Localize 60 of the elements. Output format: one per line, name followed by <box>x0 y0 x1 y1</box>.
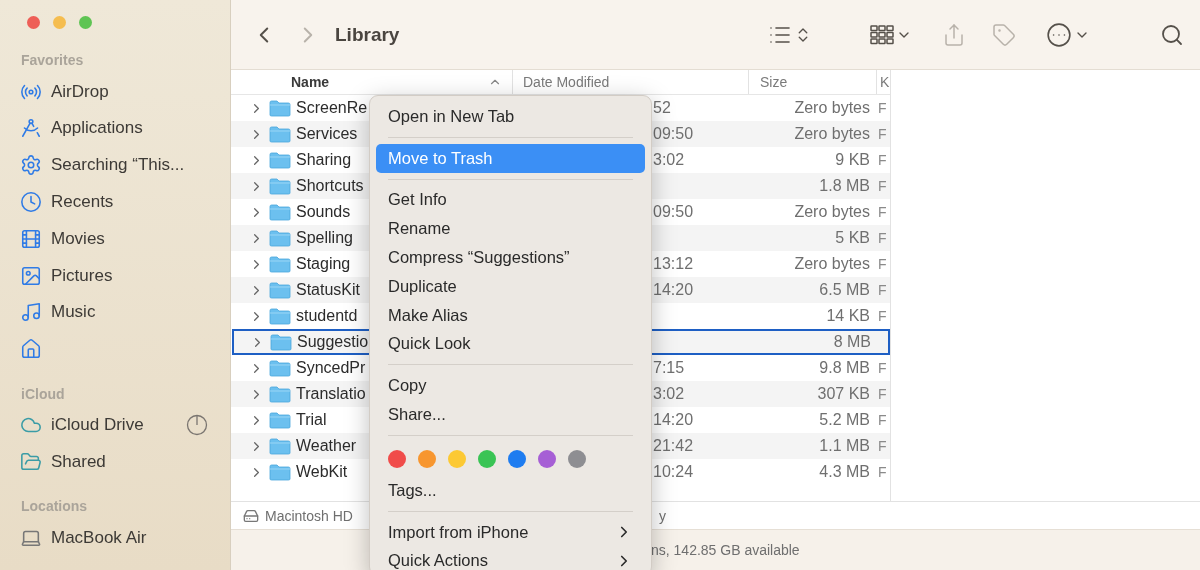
section-heading: Locations <box>21 498 89 517</box>
kind-cell: F <box>878 412 887 428</box>
kind-cell: F <box>878 126 887 142</box>
file-name: SyncedPr <box>296 359 366 377</box>
file-name: StatusKit <box>296 281 361 299</box>
size-cell: 5.2 MB <box>819 411 870 428</box>
date-cell: 13:12 <box>653 255 694 272</box>
kind-cell: F <box>878 178 887 194</box>
file-name: ScreenRe <box>296 99 368 117</box>
file-name: Sharing <box>296 151 352 169</box>
size-cell: 9.8 MB <box>819 359 870 376</box>
file-name: Trial <box>296 411 327 429</box>
kind-cell: F <box>878 282 887 298</box>
size-cell: Zero bytes <box>794 125 870 142</box>
size-cell: Zero bytes <box>794 203 870 220</box>
date-cell: 09:50 <box>653 203 694 220</box>
file-name: WebKit <box>296 463 348 481</box>
kind-cell: F <box>878 256 887 272</box>
size-cell: 1.1 MB <box>819 437 870 454</box>
kind-cell: F <box>878 204 887 220</box>
size-cell: 4.3 MB <box>819 463 870 480</box>
date-cell: 09:50 <box>653 125 694 142</box>
window-title: Library <box>335 23 400 46</box>
file-name: Suggestio <box>297 333 369 351</box>
date-cell: 21:42 <box>653 437 694 454</box>
date-cell: 14:20 <box>653 411 694 428</box>
kind-cell: F <box>878 438 887 454</box>
file-name: Shortcuts <box>296 177 364 195</box>
size-cell: 9 KB <box>835 151 870 168</box>
file-name: Spelling <box>296 229 353 247</box>
size-cell: Zero bytes <box>794 99 870 116</box>
size-cell: 5 KB <box>835 229 870 246</box>
size-cell: 14 KB <box>826 307 870 324</box>
date-cell: 14:20 <box>653 281 694 298</box>
file-name: Weather <box>296 437 357 455</box>
section-heading: Favorites <box>21 52 85 71</box>
kind-cell: F <box>878 230 887 246</box>
file-name: Services <box>296 125 358 143</box>
date-cell: 3:02 <box>653 151 685 168</box>
size-cell: 307 KB <box>817 385 870 402</box>
kind-cell: F <box>878 100 887 116</box>
date-cell: 10:24 <box>653 463 694 480</box>
file-name: Sounds <box>296 203 351 221</box>
file-name: Staging <box>296 255 351 273</box>
date-cell: 52 <box>653 99 671 116</box>
size-cell: 6.5 MB <box>819 281 870 298</box>
status-text: ns, 142.85 GB available <box>651 542 800 558</box>
kind-cell: F <box>878 152 887 168</box>
date-cell: 3:02 <box>653 385 685 402</box>
kind-cell: F <box>878 386 887 402</box>
kind-cell: F <box>878 360 887 376</box>
kind-cell: F <box>878 464 887 480</box>
size-cell: 1.8 MB <box>819 177 870 194</box>
size-cell: 8 MB <box>833 333 871 350</box>
date-cell: 7:15 <box>653 359 685 376</box>
kind-cell: F <box>878 308 887 324</box>
file-name: Translatio <box>296 385 366 403</box>
size-cell: Zero bytes <box>794 255 870 272</box>
file-name: studentd <box>296 307 358 325</box>
section-heading: iCloud <box>21 385 66 404</box>
